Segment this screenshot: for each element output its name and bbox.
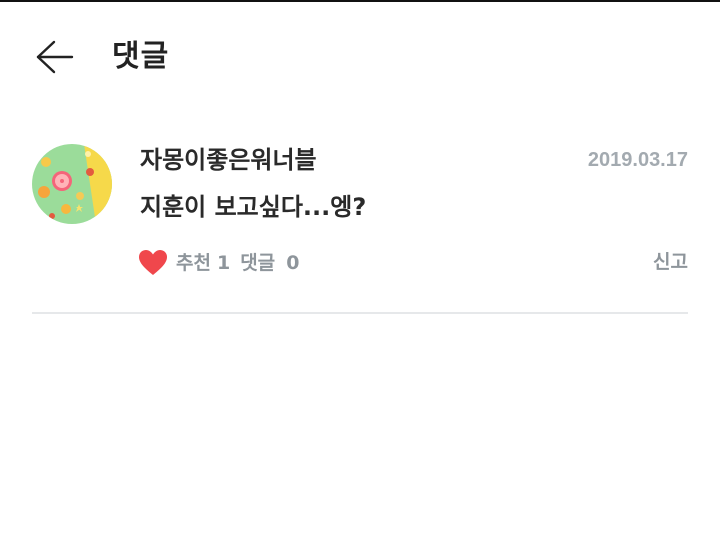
comment-date: 2019.03.17 <box>587 149 688 171</box>
comment-actions: 추천 1 댓글 0 <box>138 246 300 280</box>
citrus-fruit-avatar <box>32 144 112 224</box>
reply-button[interactable]: 댓글 0 <box>240 249 299 277</box>
arrow-left-icon <box>36 40 74 74</box>
recommend-count: 1 <box>216 252 231 274</box>
reply-label: 댓글 <box>240 252 276 274</box>
avatar[interactable] <box>32 144 112 224</box>
report-button[interactable]: 신고 <box>653 248 688 276</box>
comment-item: 자몽이좋은워너블 2019.03.17 지훈이 보고싶다...엥? 추천 1 댓… <box>0 110 720 314</box>
recommend-button[interactable]: 추천 1 <box>138 249 230 277</box>
back-button[interactable] <box>30 34 80 80</box>
comment-text: 지훈이 보고싶다...엥? <box>140 193 367 221</box>
divider <box>32 312 688 314</box>
recommend-label: 추천 <box>176 252 211 274</box>
app-header: 댓글 <box>0 2 720 110</box>
comment-author: 자몽이좋은워너블 <box>140 146 317 174</box>
heart-icon <box>138 249 168 277</box>
reply-count: 0 <box>286 252 300 274</box>
page-title: 댓글 <box>112 39 170 74</box>
